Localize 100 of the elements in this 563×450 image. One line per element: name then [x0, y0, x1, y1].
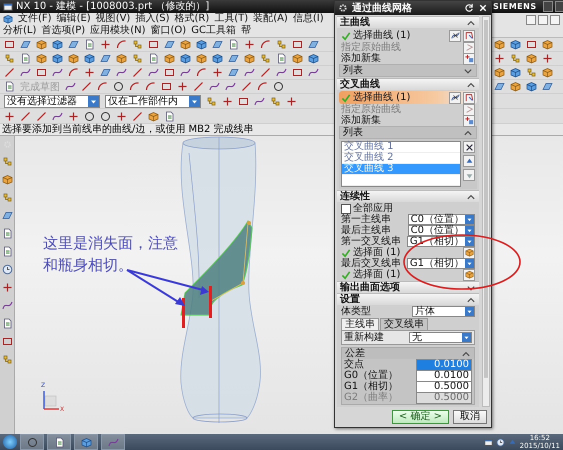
line-icon[interactable] — [193, 81, 204, 92]
plus-icon[interactable] — [100, 39, 111, 50]
document-icon[interactable] — [164, 110, 175, 122]
document-icon[interactable] — [2, 246, 12, 257]
sheet-icon[interactable] — [2, 210, 12, 221]
curve-icon[interactable] — [276, 67, 287, 78]
cube-icon[interactable] — [36, 39, 47, 50]
circle-icon[interactable] — [113, 81, 124, 92]
sheet-icon[interactable] — [228, 53, 239, 64]
cube-icon[interactable] — [68, 53, 79, 64]
deselect-button[interactable] — [449, 30, 461, 42]
cube-icon[interactable] — [212, 53, 223, 64]
curve-icon[interactable] — [244, 67, 255, 78]
curve-icon[interactable] — [148, 67, 159, 78]
move-down-button[interactable] — [463, 169, 475, 181]
menu-item[interactable]: 帮 — [240, 25, 251, 37]
curve-icon[interactable] — [116, 67, 127, 78]
dialog-button[interactable]: < 确定 > — [392, 410, 449, 424]
rectangle-icon[interactable] — [161, 81, 172, 92]
section-header[interactable]: 输出曲面选项 — [337, 281, 479, 293]
menu-item[interactable]: 编辑(E) — [56, 13, 91, 25]
cube-icon[interactable] — [494, 39, 505, 50]
curve-icon[interactable] — [2, 300, 12, 311]
cube-icon[interactable] — [510, 39, 521, 50]
document-icon[interactable] — [148, 53, 159, 64]
taskbar-app[interactable] — [20, 434, 44, 450]
list-header[interactable]: 列表 — [339, 64, 477, 77]
menu-item[interactable]: 装配(A) — [253, 13, 288, 25]
line-icon[interactable] — [81, 81, 92, 92]
taskbar-app[interactable] — [74, 434, 98, 450]
cube-icon[interactable] — [196, 39, 207, 50]
tree-icon[interactable] — [510, 53, 521, 64]
cube-icon[interactable] — [116, 53, 127, 64]
rectangle-icon[interactable] — [2, 336, 12, 347]
window-icon[interactable] — [484, 438, 493, 446]
arc-icon[interactable] — [145, 81, 156, 92]
move-up-button[interactable] — [463, 155, 475, 167]
document-icon[interactable] — [2, 318, 12, 329]
document-icon[interactable] — [84, 39, 95, 50]
selection-row[interactable]: 选择曲线 (1) — [339, 29, 477, 42]
reset-icon[interactable] — [464, 3, 474, 13]
cube-icon[interactable] — [52, 53, 63, 64]
cube-icon[interactable] — [180, 39, 191, 50]
sheet-icon[interactable] — [100, 67, 111, 78]
filter-dropdown[interactable]: 没有选择过滤器 — [4, 94, 100, 108]
menu-item[interactable]: 分析(L) — [3, 25, 36, 37]
curve-icon[interactable] — [225, 81, 236, 92]
line-icon[interactable] — [4, 67, 15, 78]
section-header[interactable]: 主曲线 — [337, 16, 479, 28]
cube-icon[interactable] — [542, 67, 553, 78]
plus-icon[interactable] — [244, 39, 255, 50]
filter-dropdown[interactable]: 仅在工作部件内 — [105, 94, 201, 108]
cube-icon[interactable] — [308, 53, 319, 64]
plus-icon[interactable] — [286, 96, 297, 106]
line-icon[interactable] — [132, 110, 143, 122]
menu-item[interactable]: 应用模块(N) — [90, 25, 146, 37]
scrollbar[interactable] — [482, 16, 490, 407]
menu-item[interactable]: GC工具箱 — [191, 25, 236, 37]
cube-icon[interactable] — [164, 53, 175, 64]
rectangle-icon[interactable] — [238, 96, 249, 106]
cube-icon[interactable] — [196, 53, 207, 64]
tree-icon[interactable] — [270, 96, 281, 106]
dropdown[interactable]: G1（相切） — [406, 258, 475, 269]
tree-icon[interactable] — [206, 96, 217, 106]
plus-icon[interactable] — [2, 282, 12, 293]
rectangle-icon[interactable] — [292, 67, 303, 78]
arc-icon[interactable] — [68, 67, 79, 78]
document-icon[interactable] — [20, 53, 31, 64]
minimize-button[interactable] — [526, 15, 536, 25]
menu-item[interactable]: 窗口(O) — [150, 25, 186, 37]
tree-icon[interactable] — [260, 53, 271, 64]
tree-icon[interactable] — [2, 192, 12, 203]
select-face-button[interactable] — [463, 246, 475, 258]
cube-icon[interactable] — [244, 53, 255, 64]
close-button[interactable] — [550, 15, 560, 25]
sheet-icon[interactable] — [542, 81, 553, 92]
line-icon[interactable] — [260, 67, 271, 78]
section-header[interactable]: 交叉曲线 — [337, 78, 479, 90]
circle-icon[interactable] — [100, 110, 111, 122]
clock-icon[interactable] — [496, 438, 505, 446]
dropdown[interactable]: C0（位置） — [408, 214, 475, 225]
settings-icon[interactable] — [338, 3, 348, 13]
select-curve-button[interactable] — [463, 92, 475, 104]
document-icon[interactable] — [276, 53, 287, 64]
cube-icon[interactable] — [292, 53, 303, 64]
dropdown[interactable]: C0（位置） — [408, 225, 475, 236]
menu-item[interactable]: 工具(T) — [214, 13, 248, 25]
menu-item[interactable]: 文件(F) — [18, 13, 52, 25]
section-header[interactable]: 设置 — [337, 293, 479, 305]
select-face-button[interactable] — [463, 268, 475, 280]
cube-icon[interactable] — [542, 39, 553, 50]
cube-icon[interactable] — [180, 53, 191, 64]
curve-icon[interactable] — [52, 67, 63, 78]
cube-icon[interactable] — [36, 53, 47, 64]
restore-button[interactable] — [538, 15, 548, 25]
rectangle-icon[interactable] — [36, 67, 47, 78]
line-icon[interactable] — [36, 110, 47, 122]
plus-icon[interactable] — [84, 67, 95, 78]
list-header[interactable]: 列表 — [339, 126, 477, 139]
line-icon[interactable] — [20, 110, 31, 122]
